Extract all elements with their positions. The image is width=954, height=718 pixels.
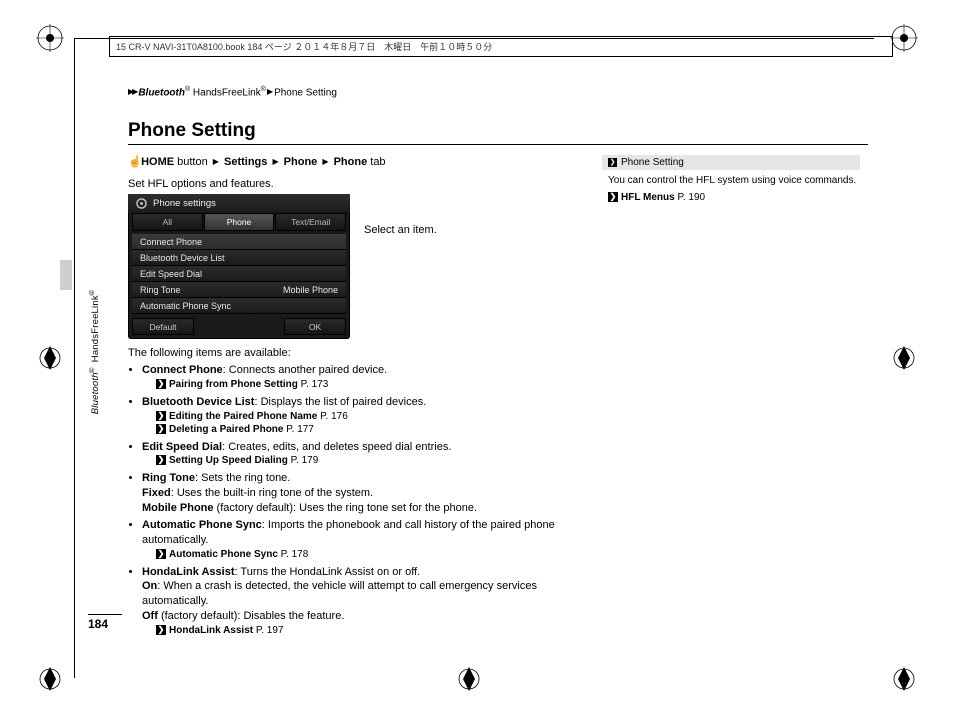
regmark-icon [890, 344, 918, 372]
cross-ref: ❯Setting Up Speed Dialing P. 179 [156, 454, 578, 468]
list-item: Bluetooth Device List: Displays the list… [142, 395, 578, 437]
cross-ref: ❯Automatic Phone Sync P. 178 [156, 548, 578, 562]
list-item: Connect Phone: Connects another paired d… [142, 363, 578, 391]
regmark-icon [36, 24, 64, 52]
cross-ref: ❯HFL Menus P. 190 [602, 192, 860, 203]
link-icon: ❯ [156, 411, 166, 421]
cross-ref: ❯Editing the Paired Phone Name P. 176 [156, 410, 578, 424]
regmark-icon [890, 24, 918, 52]
items-list: Connect Phone: Connects another paired d… [128, 363, 578, 637]
items-heading: The following items are available: [128, 347, 578, 359]
thumb-tab [60, 260, 72, 290]
gear-icon [136, 198, 147, 209]
ui-screenshot: Phone settings All Phone Text/Email Conn… [128, 194, 350, 339]
tab-all: All [132, 213, 203, 231]
list-item: HondaLink Assist: Turns the HondaLink As… [142, 565, 578, 638]
page-title: Phone Setting [128, 120, 868, 145]
cross-ref: ❯HondaLink Assist P. 197 [156, 624, 578, 638]
regmark-icon [36, 665, 64, 693]
link-icon: ❯ [156, 625, 166, 635]
screenshot-title: Phone settings [153, 198, 216, 209]
document-source-header: 15 CR-V NAVI-31T0A8100.book 184 ページ ２０１４… [109, 36, 893, 57]
sidebar-body: You can control the HFL system using voi… [602, 174, 860, 188]
hand-icon: ☝ [128, 155, 138, 168]
sidebar-heading: ❯Phone Setting [602, 155, 860, 170]
link-icon: ❯ [156, 379, 166, 389]
tab-phone: Phone [204, 213, 275, 231]
tab-textemail: Text/Email [275, 213, 346, 231]
cross-ref: ❯Deleting a Paired Phone P. 177 [156, 423, 578, 437]
breadcrumb: ▶▶Bluetooth® HandsFreeLink®▶Phone Settin… [88, 86, 868, 98]
doc-header-text: 15 CR-V NAVI-31T0A8100.book 184 ページ ２０１４… [116, 42, 492, 52]
list-item: Bluetooth Device List [132, 250, 346, 266]
navigation-path: ☝ HOME button ▶ Settings ▶ Phone ▶ Phone… [128, 155, 578, 168]
default-button: Default [132, 318, 194, 335]
intro-text: Set HFL options and features. [128, 178, 578, 190]
regmark-icon [455, 665, 483, 693]
list-item: Edit Speed Dial [132, 266, 346, 282]
regmark-icon [36, 344, 64, 372]
cross-ref: ❯Pairing from Phone Setting P. 173 [156, 378, 578, 392]
link-icon: ❯ [156, 549, 166, 559]
link-icon: ❯ [156, 424, 166, 434]
list-item: Connect Phone [132, 234, 346, 250]
link-icon: ❯ [608, 192, 618, 202]
regmark-icon [890, 665, 918, 693]
list-item: Automatic Phone Sync: Imports the phoneb… [142, 518, 578, 561]
list-item: Ring ToneMobile Phone [132, 282, 346, 298]
crop-line [74, 38, 75, 678]
list-item: Automatic Phone Sync [132, 298, 346, 314]
info-icon: ❯ [608, 158, 617, 167]
list-item: Ring Tone: Sets the ring tone. Fixed: Us… [142, 471, 578, 516]
select-item-text: Select an item. [364, 194, 437, 236]
list-item: Edit Speed Dial: Creates, edits, and del… [142, 440, 578, 468]
ok-button: OK [284, 318, 346, 335]
link-icon: ❯ [156, 455, 166, 465]
page-number: 184 [88, 614, 122, 631]
